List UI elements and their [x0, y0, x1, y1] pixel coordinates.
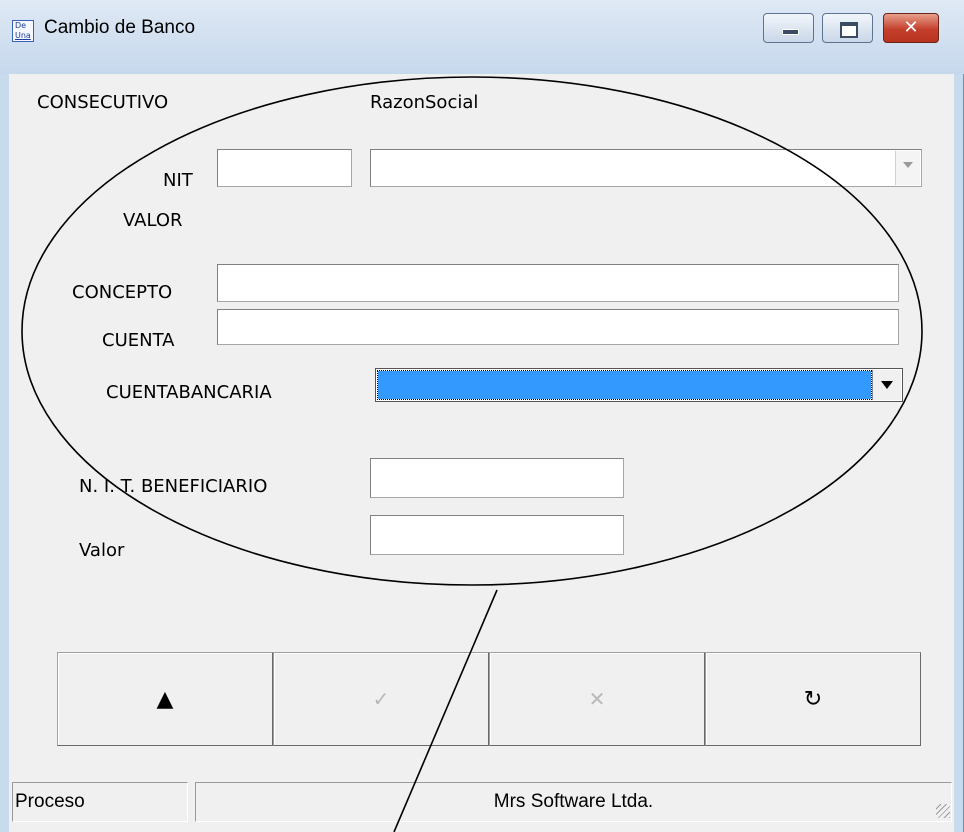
cancel-x-icon: ✕ [588, 687, 606, 711]
concepto-field[interactable] [217, 264, 899, 302]
valor-field-label: Valor [79, 540, 125, 561]
cuenta-bancaria-label: CUENTABANCARIA [106, 382, 272, 403]
refresh-icon: ↻ [803, 686, 823, 712]
app-icon-text-bottom: Una [15, 31, 31, 40]
maximize-button[interactable] [822, 13, 873, 43]
window-title: Cambio de Banco [44, 17, 196, 38]
application-window: De Una Cambio de Banco ✕ CONSECUTIVO Raz… [0, 0, 964, 832]
minimize-button[interactable] [763, 13, 814, 43]
razon-social-label: RazonSocial [370, 92, 479, 113]
form-area: CONSECUTIVO RazonSocial NIT VALOR CONCEP… [9, 74, 954, 832]
resize-grip-icon[interactable] [936, 804, 950, 818]
maximize-icon [840, 22, 858, 38]
up-arrow-icon: ▲ [156, 686, 174, 712]
check-icon: ✓ [372, 687, 390, 711]
nit-beneficiario-label: N. I. T. BENEFICIARIO [79, 476, 268, 497]
refresh-button[interactable]: ↻ [705, 652, 921, 746]
status-panel-process: Proceso [12, 782, 188, 822]
accept-button[interactable]: ✓ [273, 652, 489, 746]
cuenta-field[interactable] [217, 309, 899, 345]
dropdown-arrow-icon[interactable] [872, 370, 901, 400]
cuenta-label: CUENTA [102, 330, 175, 351]
status-panel-company: Mrs Software Ltda. [195, 782, 952, 822]
close-button[interactable]: ✕ [883, 13, 939, 43]
status-bar: Proceso Mrs Software Ltda. [9, 782, 954, 822]
chevron-down-icon[interactable] [895, 151, 920, 185]
razon-social-combo[interactable] [370, 149, 922, 187]
close-icon: ✕ [903, 17, 919, 38]
valor-field[interactable] [370, 515, 624, 555]
concepto-label: CONCEPTO [72, 282, 173, 303]
nit-label: NIT [163, 170, 193, 191]
cuenta-bancaria-select[interactable] [375, 368, 903, 402]
nit-field[interactable] [217, 149, 352, 187]
move-up-button[interactable]: ▲ [57, 652, 273, 746]
selected-option-highlight [377, 370, 872, 400]
cancel-button[interactable]: ✕ [489, 652, 705, 746]
nit-beneficiario-field[interactable] [370, 458, 624, 498]
consecutivo-label: CONSECUTIVO [37, 92, 169, 113]
valor-label: VALOR [123, 210, 183, 231]
app-icon[interactable]: De Una [12, 20, 34, 42]
title-bar[interactable]: De Una Cambio de Banco ✕ [0, 0, 964, 74]
app-icon-text-top: De [15, 21, 27, 30]
minimize-icon [782, 29, 799, 35]
